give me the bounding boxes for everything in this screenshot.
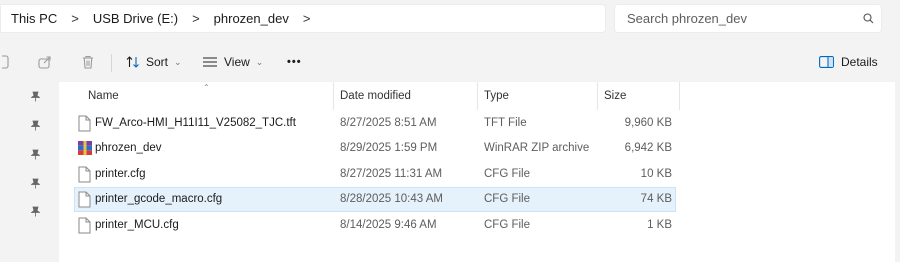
document-icon [78,217,92,234]
pin-icon[interactable] [30,119,40,131]
details-label: Details [841,55,878,69]
breadcrumb-phrozen-dev[interactable]: phrozen_dev [200,11,289,26]
search-input[interactable] [615,10,855,27]
details-pane-icon [819,56,834,68]
copy-icon[interactable] [0,42,12,82]
file-date: 8/14/2025 9:46 AM [340,219,437,231]
column-header-date-modified[interactable]: Date modified [340,82,411,110]
column-divider[interactable] [597,82,598,110]
sort-ascending-icon: ⌃ [203,83,210,92]
column-header-name[interactable]: Name [88,82,119,110]
document-icon [78,115,92,132]
toolbar-divider [111,54,112,72]
more-options-button[interactable]: ••• [287,42,302,82]
view-button[interactable]: View ⌄ [203,42,263,82]
document-icon [78,191,92,208]
column-divider[interactable] [477,82,478,110]
file-name: phrozen_dev [95,142,162,154]
breadcrumb-separator[interactable]: > [57,11,79,26]
file-size: 9,960 KB [624,117,672,129]
file-date: 8/27/2025 8:51 AM [340,117,437,129]
pin-icon[interactable] [30,148,40,160]
file-row[interactable]: phrozen_dev 8/29/2025 1:59 PM WinRAR ZIP… [74,136,676,161]
breadcrumb-usb-drive[interactable]: USB Drive (E:) [79,11,178,26]
file-type: CFG File [484,193,530,205]
document-icon [78,166,92,183]
view-icon [203,57,217,67]
file-type: TFT File [484,117,527,129]
file-row[interactable]: FW_Arco-HMI_H11I11_V25082_TJC.tft 8/27/2… [74,111,676,136]
file-row[interactable]: printer_MCU.cfg 8/14/2025 9:46 AM CFG Fi… [74,213,676,238]
more-icon: ••• [287,56,302,68]
file-date: 8/28/2025 10:43 AM [340,193,443,205]
search-box[interactable] [614,4,882,33]
breadcrumb-this-pc[interactable]: This PC [1,11,57,26]
pin-icon[interactable] [30,177,40,189]
window-edge [895,82,900,262]
file-size: 1 KB [647,219,672,231]
winrar-archive-icon [78,141,92,158]
column-divider[interactable] [333,82,334,110]
file-size: 6,942 KB [624,142,672,154]
column-header-size[interactable]: Size [604,82,626,110]
file-date: 8/27/2025 11:31 AM [340,168,443,180]
sort-label: Sort [146,55,169,69]
view-label: View [224,55,250,69]
column-divider[interactable] [679,82,680,110]
file-row-selected[interactable]: printer_gcode_macro.cfg 8/28/2025 10:43 … [74,187,676,212]
file-type: CFG File [484,168,530,180]
chevron-down-icon: ⌄ [174,56,182,67]
file-list-pane: Name ⌃ Date modified Type Size FW_Arco-H… [0,82,900,262]
chevron-down-icon: ⌄ [255,56,264,67]
search-icon[interactable] [855,13,881,24]
column-header-type[interactable]: Type [484,82,509,110]
file-name: FW_Arco-HMI_H11I11_V25082_TJC.tft [95,117,296,129]
file-size: 74 KB [640,193,672,205]
address-bar[interactable]: This PC > USB Drive (E:) > phrozen_dev > [0,4,606,33]
file-row[interactable]: printer.cfg 8/27/2025 11:31 AM CFG File … [74,162,676,187]
file-size: 10 KB [640,168,672,180]
file-name: printer_gcode_macro.cfg [95,193,223,205]
details-button[interactable]: Details [819,42,878,82]
navigation-pane [0,82,59,262]
file-name: printer_MCU.cfg [95,219,179,231]
file-type: WinRAR ZIP archive [484,142,590,154]
command-bar: Sort ⌄ View ⌄ ••• Details [0,42,900,82]
pin-icon[interactable] [30,205,40,217]
file-name: printer.cfg [95,168,146,180]
address-row: This PC > USB Drive (E:) > phrozen_dev > [0,0,900,38]
delete-icon[interactable] [79,42,97,82]
sort-button[interactable]: Sort ⌄ [126,42,182,82]
sort-icon [126,56,140,68]
file-date: 8/29/2025 1:59 PM [340,142,438,154]
file-type: CFG File [484,219,530,231]
share-icon[interactable] [36,42,54,82]
breadcrumb-separator[interactable]: > [178,11,200,26]
breadcrumb-separator[interactable]: > [289,11,311,26]
pin-icon[interactable] [30,90,40,102]
